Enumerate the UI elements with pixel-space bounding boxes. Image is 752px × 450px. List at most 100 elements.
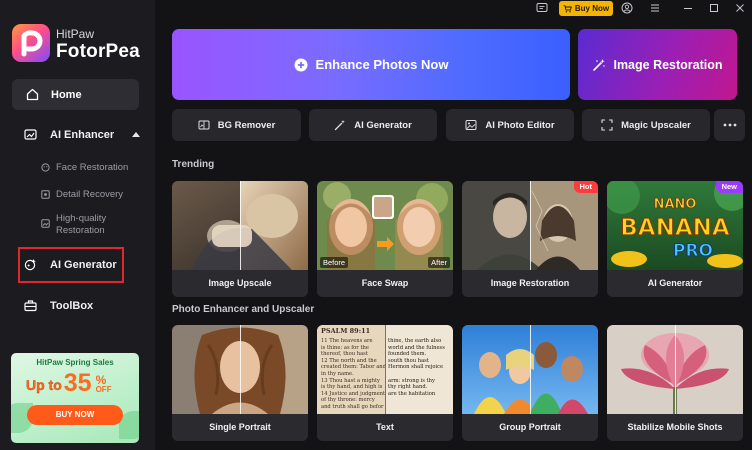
art-text-nano: NANO [654,197,697,212]
sidebar-item-label: Home [51,88,82,101]
text-line: 14 Justice and judgment [321,390,385,397]
sidebar: HitPaw FotorPea Home AI Enhancer Face Re… [0,0,155,450]
app-logo-icon [12,24,50,62]
account-icon[interactable] [621,2,633,14]
text-line: founded them. [388,351,427,358]
text-line [388,371,452,378]
text-line: 12 The north and the [321,357,377,364]
text-line: world and the fulness [388,344,445,351]
text-line: in thy name. [321,370,354,377]
card-group-portrait[interactable]: Group Portrait [462,325,598,441]
sidebar-subitem-detail-recovery[interactable]: Detail Recovery [41,189,123,201]
upscale-icon [601,119,613,131]
card-label: Single Portrait [172,414,308,441]
buy-now-button[interactable]: Buy Now [559,1,613,16]
tool-label: BG Remover [217,119,276,131]
sidebar-item-label: AI Generator [50,258,117,271]
tool-ai-generator[interactable]: AI Generator [309,109,437,141]
promo-percent-sign: % [95,373,107,387]
card-thumbnail [462,325,598,414]
text-line: thine, the earth also [388,338,442,344]
art-text-pro: PRO [673,241,713,261]
new-badge: New [715,181,743,193]
promo-upto: Up to [26,377,62,393]
sidebar-subitem-label: Detail Recovery [56,189,124,200]
text-line: 11 The heavens are [321,338,373,344]
sidebar-subitem-face-restoration[interactable]: Face Restoration [41,162,128,174]
card-label: Image Restoration [462,270,598,297]
text-line: Hermon shall rejoice [388,364,444,371]
text-line: 13 Thou hast a mighty [321,377,380,384]
tool-label: AI Photo Editor [485,119,555,131]
close-icon[interactable] [734,2,746,14]
card-face-swap[interactable]: Before After Face Swap [317,181,453,297]
tool-magic-upscaler[interactable]: Magic Upscaler [582,109,710,141]
compare-divider [675,325,676,414]
promo-banner[interactable]: HitPaw Spring Sales Up to 35 % OFF BUY N… [11,353,139,443]
card-image-upscale[interactable]: Image Upscale [172,181,308,297]
card-ai-generator[interactable]: NANO BANANA PRO New AI Generator [607,181,743,297]
card-text[interactable]: PSALM 89:11 11 The heavens are is thine:… [317,325,453,441]
before-tag: Before [320,257,349,268]
card-image-restoration[interactable]: Hot Image Restoration [462,181,598,297]
sidebar-item-toolbox[interactable]: ToolBox [24,299,93,312]
feedback-icon[interactable] [536,2,548,14]
text-line: south thou hast [388,357,429,364]
image-restoration-button[interactable]: Image Restoration [578,29,737,100]
menu-icon[interactable] [649,2,661,14]
text-line: thereof, thou hast [321,351,368,358]
more-tools-button[interactable] [714,109,745,141]
sidebar-item-label: ToolBox [50,299,94,312]
text-sample-right: thine, the earth also world and the fuln… [388,338,452,397]
enhance-photos-button[interactable]: Enhance Photos Now [172,29,570,100]
compare-divider [530,325,531,414]
compare-divider [530,181,531,270]
brand-name: FotorPea [56,41,140,62]
card-label: Text [317,414,453,441]
plus-circle-icon [294,58,308,71]
sidebar-subitem-high-quality-restoration[interactable]: High-quality Restoration [41,213,131,237]
text-line: and truth shall go befor [321,403,384,410]
tool-label: Magic Upscaler [621,119,691,131]
text-line: is thy hand, and high is [321,384,383,391]
image-restoration-label: Image Restoration [613,57,723,72]
tool-ai-photo-editor[interactable]: AI Photo Editor [446,109,574,141]
promo-off: OFF [95,385,112,394]
magic-wand-icon [593,58,606,71]
bg-remover-icon [198,120,210,130]
card-thumbnail: PSALM 89:11 11 The heavens are is thine:… [317,325,453,414]
text-line: created them: Tabor and [321,364,385,371]
sidebar-item-home[interactable]: Home [12,79,139,110]
chevron-up-icon[interactable] [132,132,141,137]
card-thumbnail [172,325,308,414]
text-line: are the habitation [388,390,436,397]
text-line: arm: strong is thy [388,377,435,384]
maximize-icon[interactable] [708,2,720,14]
compare-divider [240,325,241,414]
promo-buy-button[interactable]: BUY NOW [27,405,123,425]
text-line: thy right hand. [388,384,428,391]
text-sample-left: 11 The heavens are is thine: as for the … [321,338,385,411]
sidebar-item-ai-generator[interactable]: AI Generator [24,258,117,271]
compare-divider [240,181,241,270]
promo-percent: % OFF [95,373,112,395]
card-thumbnail [607,325,743,414]
tool-label: AI Generator [354,119,412,131]
card-stabilize-mobile-shots[interactable]: Stabilize Mobile Shots [607,325,743,441]
card-label: Image Upscale [172,270,308,297]
minimize-icon[interactable] [682,2,694,14]
photo-editor-icon [465,120,477,130]
brand-company: HitPaw [56,27,95,41]
ai-generator-icon [24,259,36,271]
card-label: Face Swap [317,270,453,297]
sidebar-subitem-label: High-quality Restoration [56,213,107,236]
card-label: AI Generator [607,270,743,297]
sidebar-item-ai-enhancer[interactable]: AI Enhancer [24,128,141,141]
face-icon [41,163,50,172]
tool-bg-remover[interactable]: BG Remover [172,109,301,141]
card-label: Group Portrait [462,414,598,441]
card-single-portrait[interactable]: Single Portrait [172,325,308,441]
promo-number: 35 [63,369,92,397]
enhance-image-icon [24,129,37,140]
text-line: of thy throne: mercy [321,397,375,404]
